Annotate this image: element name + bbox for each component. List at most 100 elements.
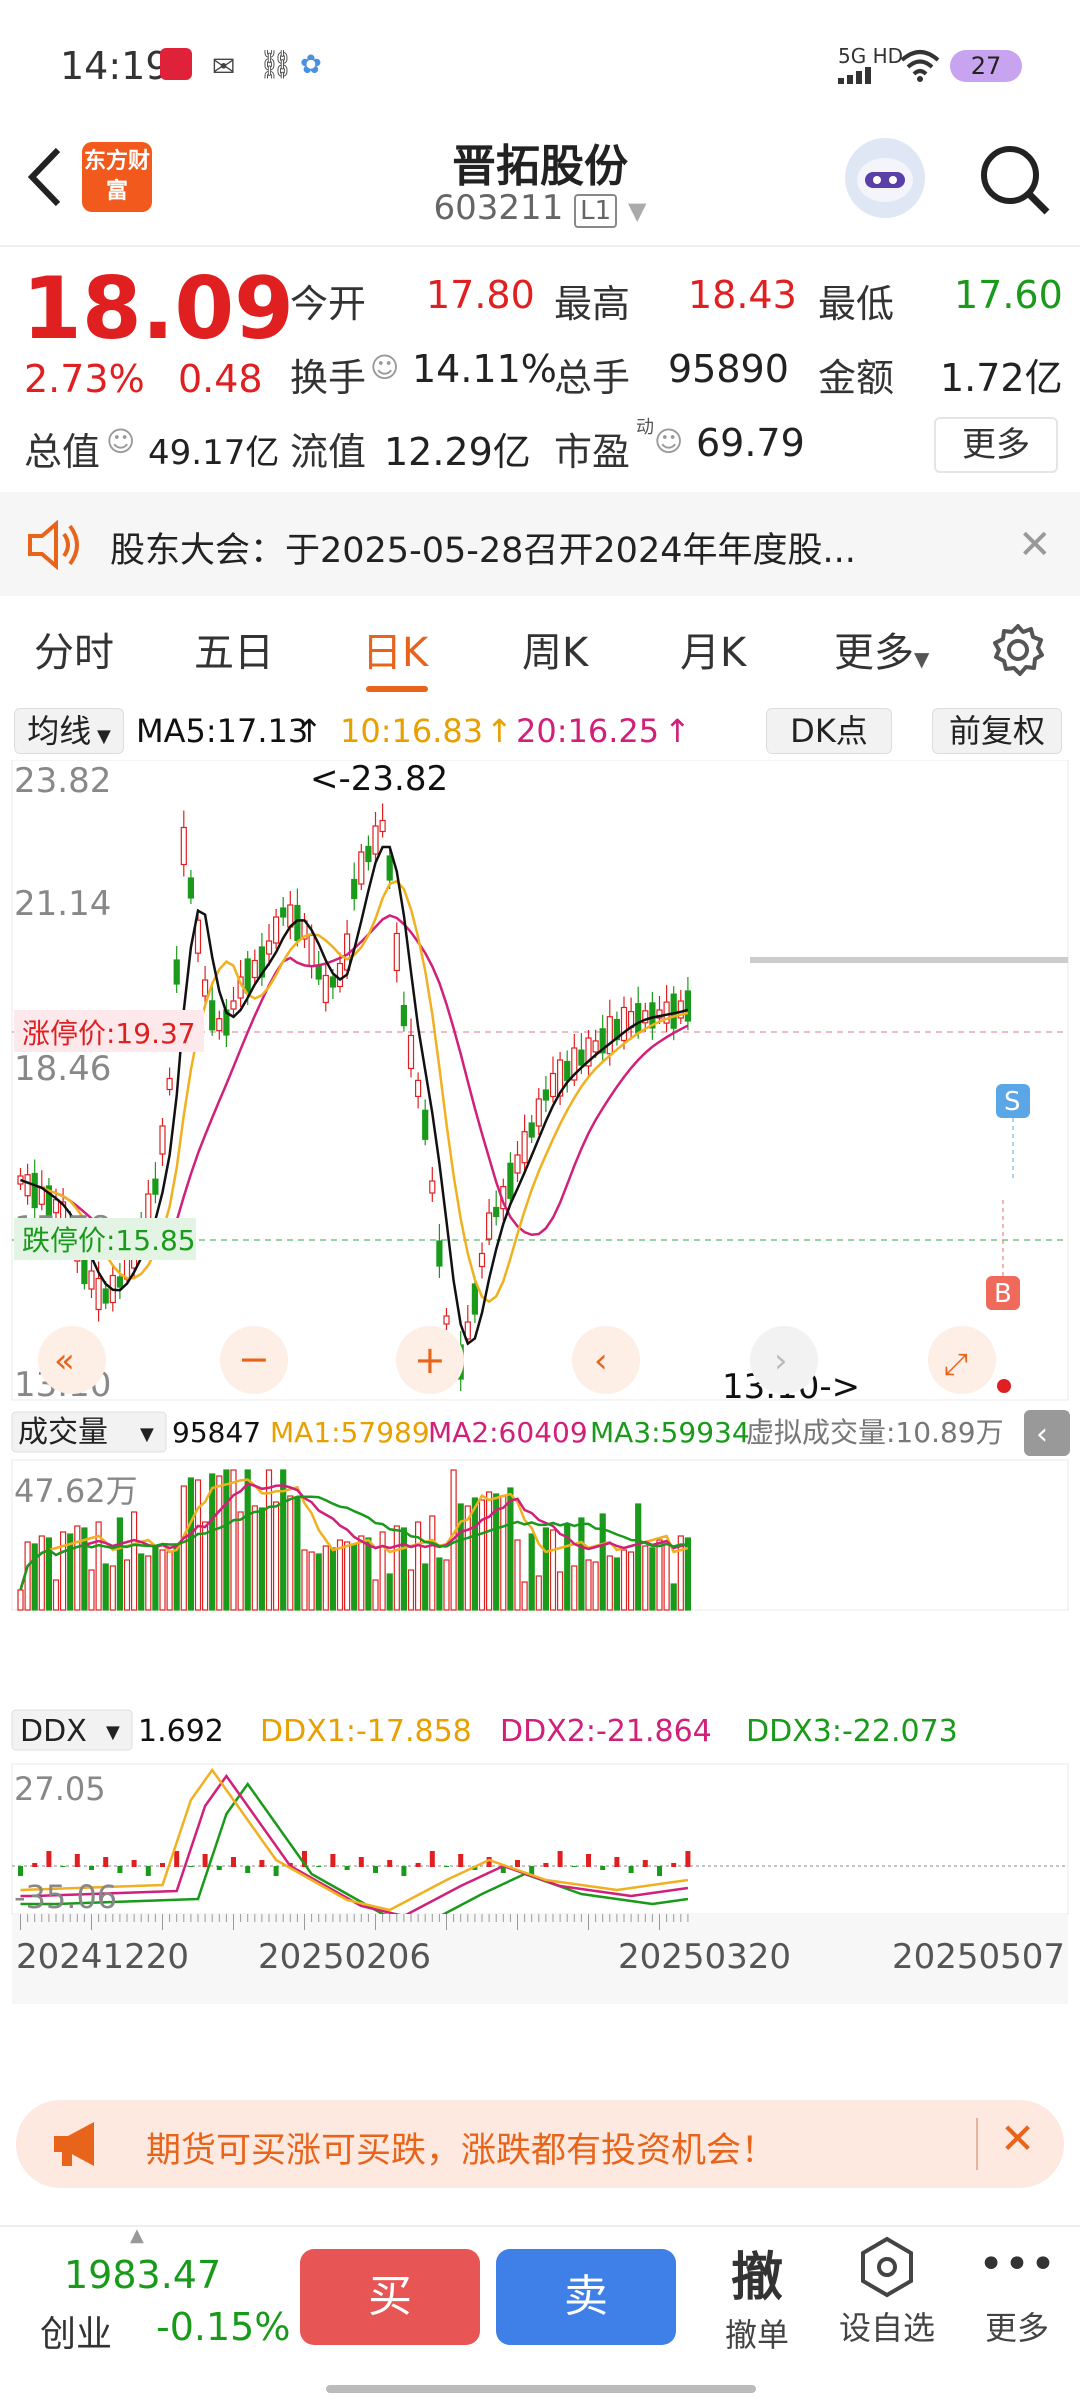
candle-body xyxy=(116,1276,124,1288)
arrow-up-icon: ↑ xyxy=(664,712,691,750)
ma20-value: 20:16.25 xyxy=(516,712,660,750)
ddx-bar xyxy=(32,1863,38,1867)
volume-bar xyxy=(223,1469,230,1611)
ddx-bar xyxy=(18,1866,23,1876)
volume-bar xyxy=(159,1549,166,1611)
promo-banner[interactable]: 期货可买涨可买跌，涨跌都有投资机会！ ✕ xyxy=(16,2100,1064,2188)
indicator-select[interactable]: 均线 ▼ xyxy=(14,708,124,754)
candle-body xyxy=(308,934,315,968)
index-change[interactable]: -0.15% xyxy=(156,2305,290,2349)
volume-bar xyxy=(123,1559,131,1611)
volume-bar xyxy=(656,1539,663,1611)
candle-body xyxy=(336,962,344,988)
candle-body xyxy=(24,1174,31,1197)
ddx-bar xyxy=(685,1851,691,1867)
add-watchlist-button[interactable]: 设自选 xyxy=(832,2235,942,2349)
stock-charts[interactable]: 23.82 21.14 18.46 15.78 13.10 涨停价:19.37 … xyxy=(0,760,1080,2090)
candle-body xyxy=(429,1180,436,1194)
float-value: 12.29亿 xyxy=(384,430,531,474)
hexagon-icon xyxy=(832,2235,942,2303)
volume-bar xyxy=(166,1551,173,1611)
ddx-bar xyxy=(330,1854,336,1867)
volume-bar xyxy=(663,1541,670,1611)
tab-more[interactable]: 更多▼ xyxy=(834,620,929,678)
volume-value: 95847 xyxy=(172,1416,261,1449)
float-label: 流值 xyxy=(290,430,367,474)
ellipsis-icon: ••• xyxy=(978,2239,1056,2290)
status-time: 14:19 xyxy=(60,44,170,88)
limit-down-tag: 跌停价:15.85 xyxy=(22,1224,196,1257)
volume-bar xyxy=(301,1549,308,1611)
volume-bar xyxy=(315,1553,322,1611)
close-icon[interactable]: ✕ xyxy=(1000,2114,1035,2163)
tab-five-day[interactable]: 五日 xyxy=(194,620,274,678)
watch-label: 设自选 xyxy=(838,2309,935,2347)
sell-button[interactable]: 卖 xyxy=(496,2249,676,2345)
volume-bar xyxy=(429,1515,436,1611)
ddx-bar xyxy=(429,1851,435,1867)
candle-body xyxy=(528,1122,535,1138)
info-icon[interactable]: ☺ xyxy=(654,425,683,458)
more-button[interactable]: 更多 xyxy=(934,417,1058,473)
index-name[interactable]: 创业 xyxy=(40,2305,112,2357)
ddx-bar xyxy=(344,1866,350,1870)
ddx-bar xyxy=(160,1863,165,1867)
ddx-bar xyxy=(557,1851,563,1867)
sell-marker-label: S xyxy=(1004,1087,1021,1117)
volume-bar xyxy=(365,1537,372,1611)
vol-ma3: MA3:59934 xyxy=(590,1416,750,1449)
volume-bar xyxy=(528,1533,535,1611)
volume-label: 总手 xyxy=(554,356,631,400)
dk-point-button[interactable]: DK点 xyxy=(766,708,892,754)
ma10-value: 10:16.83 xyxy=(340,712,484,750)
candle-body xyxy=(152,1178,159,1195)
bottom-trade-bar: ▲ 1983.47 创业 -0.15% 买 卖 撤 撤单 设自选 ••• 更多 xyxy=(0,2225,1080,2400)
robot-assistant-icon[interactable] xyxy=(845,138,925,218)
app-notification-icon xyxy=(160,48,192,80)
candle-body xyxy=(265,940,273,955)
ddx-bar xyxy=(188,1866,194,1867)
date-label-3: 20250320 xyxy=(618,1937,791,1977)
ddx-bar xyxy=(259,1860,265,1867)
buy-button[interactable]: 买 xyxy=(300,2249,480,2345)
adjust-button[interactable]: 前复权 xyxy=(932,708,1062,754)
close-icon[interactable]: ✕ xyxy=(1018,522,1052,568)
more-menu-button[interactable]: ••• 更多 xyxy=(972,2235,1062,2349)
stock-header: 东方财富 晋拓股份 603211 L1 ▼ xyxy=(0,120,1080,240)
volume-bar xyxy=(109,1565,116,1611)
notice-banner[interactable]: 股东大会：于2025-05-28召开2024年年度股... ✕ xyxy=(0,492,1080,596)
ddx3-value: DDX3:-22.073 xyxy=(746,1714,958,1749)
candle-body xyxy=(400,1005,407,1027)
ddx-bar xyxy=(60,1866,66,1867)
volume-bar xyxy=(322,1545,329,1611)
open-value: 17.80 xyxy=(426,273,535,317)
search-icon[interactable] xyxy=(975,140,1055,220)
volume-bar xyxy=(478,1499,486,1611)
volume-bar xyxy=(535,1575,542,1611)
gear-icon[interactable] xyxy=(990,622,1046,678)
tab-intraday[interactable]: 分时 xyxy=(34,620,114,678)
last-price: 18.09 xyxy=(22,259,295,359)
index-value[interactable]: 1983.47 xyxy=(64,2253,221,2297)
candle-body xyxy=(422,1109,429,1140)
cancel-order-button[interactable]: 撤 撤单 xyxy=(712,2235,802,2356)
candle-body xyxy=(620,1006,628,1042)
candle-body xyxy=(329,976,336,988)
tab-monthly-k[interactable]: 月K xyxy=(680,620,746,678)
candle-body xyxy=(443,1315,450,1325)
caret-down-icon: ▼ xyxy=(91,726,111,747)
info-icon[interactable]: ☺ xyxy=(370,351,399,384)
tab-weekly-k[interactable]: 周K xyxy=(522,620,588,678)
cancel-icon: 撤 xyxy=(730,2248,783,2308)
info-icon[interactable]: ☺ xyxy=(106,425,135,458)
volume-bar xyxy=(202,1521,209,1611)
volume-bar xyxy=(585,1559,592,1611)
active-tab-indicator xyxy=(366,686,428,692)
volume-bar xyxy=(556,1571,564,1611)
tab-daily-k[interactable]: 日K xyxy=(362,620,428,678)
ddx-bar xyxy=(415,1863,421,1867)
candle-body xyxy=(365,845,372,863)
volume-bar xyxy=(230,1469,237,1611)
candle-body xyxy=(393,932,400,972)
vol-ma2: MA2:60409 xyxy=(428,1416,588,1449)
